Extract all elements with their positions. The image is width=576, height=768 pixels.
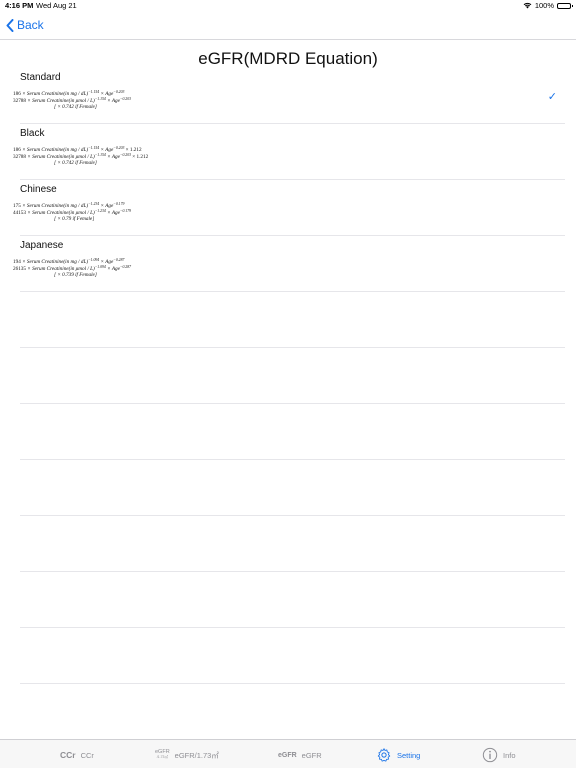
tab-ccr[interactable]: CCr CCr <box>60 747 94 763</box>
back-button[interactable]: Back <box>6 18 44 32</box>
navigation-bar: Back <box>0 12 576 40</box>
empty-row <box>20 572 565 628</box>
tab-label: eGFR/1.73㎡ <box>174 750 219 760</box>
option-label: Standard <box>20 72 61 83</box>
tab-label: Info <box>503 750 516 760</box>
empty-row <box>20 460 565 516</box>
status-bar: 4:16 PM Wed Aug 21 100% <box>0 0 576 12</box>
back-label: Back <box>17 18 44 32</box>
page-title: eGFR(MDRD Equation) <box>198 49 378 68</box>
status-date: Wed Aug 21 <box>36 1 77 10</box>
tab-info[interactable]: Info <box>482 747 516 763</box>
option-row-black[interactable]: Black 186 × Serum Creatinine(in mg / dL)… <box>13 124 565 180</box>
wifi-icon <box>523 2 532 9</box>
empty-row <box>20 348 565 404</box>
option-row-standard[interactable]: Standard 186 × Serum Creatinine(in mg / … <box>13 68 565 124</box>
option-label: Black <box>20 128 45 139</box>
option-row-chinese[interactable]: Chinese 175 × Serum Creatinine(in mg / d… <box>13 180 565 236</box>
tab-setting[interactable]: Setting <box>376 747 420 763</box>
option-row-japanese[interactable]: Japanese 194 × Serum Creatinine(in mg / … <box>13 236 565 292</box>
checkmark-icon: ✓ <box>547 91 557 103</box>
formula: 186 × Serum Creatinine(in mg / dL)−1.154… <box>13 146 149 167</box>
formula: 194 × Serum Creatinine(in mg / dL)−1.094… <box>13 258 131 279</box>
gear-icon <box>377 748 391 762</box>
tab-label: eGFR <box>301 750 322 760</box>
battery-percent: 100% <box>534 1 554 10</box>
tab-egfr[interactable]: eGFR eGFR <box>278 747 322 763</box>
tab-label: Setting <box>397 750 421 760</box>
formula: 175 × Serum Creatinine(in mg / dL)−1.234… <box>13 202 131 223</box>
tab-label: CCr <box>80 750 94 760</box>
empty-row <box>20 404 565 460</box>
option-label: Chinese <box>20 184 57 195</box>
empty-row <box>20 516 565 572</box>
empty-row <box>20 628 565 684</box>
option-label: Japanese <box>20 240 64 251</box>
status-right: 100% <box>523 1 573 10</box>
status-time: 4:16 PM <box>5 1 34 10</box>
chevron-left-icon <box>6 18 14 32</box>
formula: 186 × Serum Creatinine(in mg / dL)−1.154… <box>13 90 131 111</box>
battery-icon <box>557 2 573 9</box>
egfr-icon: eGFR <box>278 751 297 759</box>
equation-options-list: Standard 186 × Serum Creatinine(in mg / … <box>0 68 576 740</box>
tab-bar: CCr CCr eGFR /1.73㎡ eGFR/1.73㎡ eGFR eGFR… <box>0 739 576 768</box>
empty-row <box>20 684 565 740</box>
egfr-173-icon: eGFR /1.73㎡ <box>155 749 170 759</box>
info-icon <box>482 747 498 763</box>
empty-row <box>20 292 565 348</box>
tab-egfr-173[interactable]: eGFR /1.73㎡ eGFR/1.73㎡ <box>155 747 219 763</box>
ccr-icon: CCr <box>60 750 76 760</box>
